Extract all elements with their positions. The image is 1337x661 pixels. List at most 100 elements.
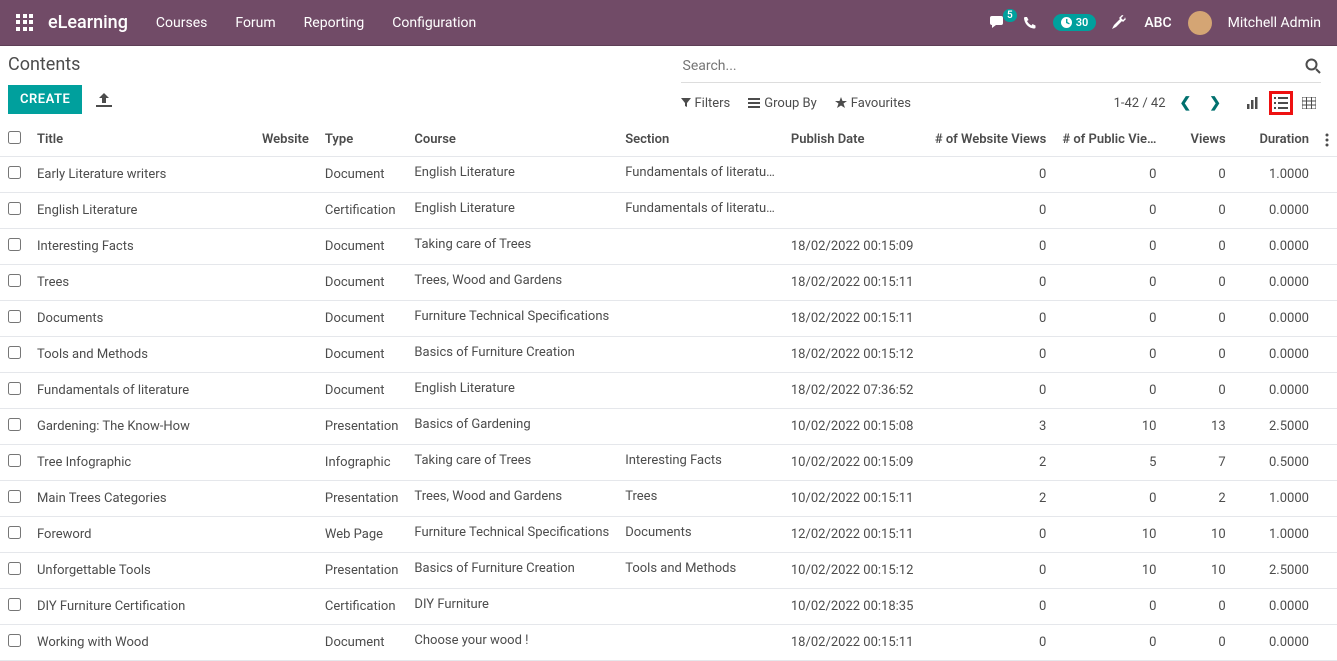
cell-menu bbox=[1317, 337, 1337, 373]
cell-title: Tools and Methods bbox=[29, 337, 254, 373]
row-checkbox[interactable] bbox=[8, 598, 21, 611]
brand[interactable]: eLearning bbox=[48, 12, 128, 33]
funnel-icon bbox=[681, 98, 691, 108]
table-row[interactable]: DocumentsDocumentFurniture Technical Spe… bbox=[0, 301, 1337, 337]
cell-webviews: 2 bbox=[927, 445, 1054, 481]
search-row bbox=[681, 54, 1322, 83]
table-row[interactable]: Tools and MethodsDocumentBasics of Furni… bbox=[0, 337, 1337, 373]
row-checkbox[interactable] bbox=[8, 418, 21, 431]
pager-prev[interactable]: ❮ bbox=[1176, 95, 1196, 111]
nav-reporting[interactable]: Reporting bbox=[304, 15, 365, 31]
table-row[interactable]: DIY Furniture CertificationCertification… bbox=[0, 589, 1337, 625]
row-checkbox[interactable] bbox=[8, 490, 21, 503]
table-row[interactable]: ForewordWeb PageFurniture Technical Spec… bbox=[0, 517, 1337, 553]
view-list-button[interactable] bbox=[1269, 91, 1293, 115]
company-name[interactable]: ABC bbox=[1144, 15, 1171, 31]
row-checkbox[interactable] bbox=[8, 382, 21, 395]
row-checkbox[interactable] bbox=[8, 526, 21, 539]
cell-publish bbox=[783, 157, 927, 193]
row-checkbox[interactable] bbox=[8, 238, 21, 251]
table-row[interactable]: Fundamentals of literatureDocumentEnglis… bbox=[0, 373, 1337, 409]
cell-pubviews: 0 bbox=[1054, 265, 1164, 301]
row-checkbox[interactable] bbox=[8, 454, 21, 467]
topbar: eLearning Courses Forum Reporting Config… bbox=[0, 0, 1337, 46]
col-publish[interactable]: Publish Date bbox=[783, 123, 927, 157]
settings-icon[interactable] bbox=[1112, 15, 1128, 31]
activity-pill[interactable]: 30 bbox=[1053, 14, 1097, 31]
row-checkbox[interactable] bbox=[8, 634, 21, 647]
table-row[interactable]: Tree InfographicInfographicTaking care o… bbox=[0, 445, 1337, 481]
col-menu[interactable] bbox=[1317, 123, 1337, 157]
cell-publish: 18/02/2022 00:15:09 bbox=[783, 229, 927, 265]
col-type[interactable]: Type bbox=[317, 123, 407, 157]
col-webviews[interactable]: # of Website Views bbox=[927, 123, 1054, 157]
cell-course: English Literature bbox=[406, 157, 617, 193]
cell-views: 10 bbox=[1164, 553, 1233, 589]
cell-website bbox=[254, 553, 317, 589]
favourites-button[interactable]: Favourites bbox=[835, 96, 911, 111]
row-checkbox[interactable] bbox=[8, 274, 21, 287]
topbar-right: 5 30 ABC Mitchell Admin bbox=[989, 11, 1321, 35]
row-checkbox[interactable] bbox=[8, 310, 21, 323]
phone-icon[interactable] bbox=[1023, 16, 1037, 30]
row-checkbox[interactable] bbox=[8, 346, 21, 359]
table-row[interactable]: Working with WoodDocumentChoose your woo… bbox=[0, 625, 1337, 661]
col-course[interactable]: Course bbox=[406, 123, 617, 157]
cell-section bbox=[617, 229, 783, 265]
view-kanban-button[interactable] bbox=[1297, 91, 1321, 115]
view-graph-button[interactable] bbox=[1241, 91, 1265, 115]
nav: Courses Forum Reporting Configuration bbox=[156, 15, 989, 31]
search-input[interactable] bbox=[681, 54, 1306, 78]
col-pubviews[interactable]: # of Public Vie… bbox=[1054, 123, 1164, 157]
row-checkbox[interactable] bbox=[8, 562, 21, 575]
avatar[interactable] bbox=[1188, 11, 1212, 35]
col-title[interactable]: Title bbox=[29, 123, 254, 157]
filters-button[interactable]: Filters bbox=[681, 96, 731, 111]
cell-publish: 10/02/2022 00:18:35 bbox=[783, 589, 927, 625]
cell-pubviews: 0 bbox=[1054, 301, 1164, 337]
cell-course: English Literature bbox=[406, 373, 617, 409]
upload-icon[interactable] bbox=[96, 93, 112, 107]
col-section[interactable]: Section bbox=[617, 123, 783, 157]
select-all-checkbox[interactable] bbox=[8, 131, 21, 144]
nav-forum[interactable]: Forum bbox=[235, 15, 275, 31]
table-row[interactable]: TreesDocumentTrees, Wood and Gardens18/0… bbox=[0, 265, 1337, 301]
create-button[interactable]: CREATE bbox=[8, 85, 82, 114]
cell-course: Trees, Wood and Gardens bbox=[406, 481, 617, 517]
pager-next[interactable]: ❯ bbox=[1205, 95, 1225, 111]
row-checkbox[interactable] bbox=[8, 202, 21, 215]
cell-website bbox=[254, 409, 317, 445]
cell-views: 0 bbox=[1164, 337, 1233, 373]
col-duration[interactable]: Duration bbox=[1234, 123, 1317, 157]
table-row[interactable]: Gardening: The Know-HowPresentationBasic… bbox=[0, 409, 1337, 445]
user-name[interactable]: Mitchell Admin bbox=[1228, 15, 1321, 31]
table-row[interactable]: Main Trees CategoriesPresentationTrees, … bbox=[0, 481, 1337, 517]
search-icon[interactable] bbox=[1305, 58, 1321, 74]
apps-icon[interactable] bbox=[16, 14, 34, 32]
groupby-button[interactable]: Group By bbox=[748, 96, 817, 111]
nav-courses[interactable]: Courses bbox=[156, 15, 207, 31]
cell-duration: 2.5000 bbox=[1234, 409, 1317, 445]
messages-icon[interactable]: 5 bbox=[989, 15, 1007, 31]
table-row[interactable]: Interesting FactsDocumentTaking care of … bbox=[0, 229, 1337, 265]
groupby-label: Group By bbox=[764, 96, 817, 111]
cell-title: Working with Wood bbox=[29, 625, 254, 661]
col-website[interactable]: Website bbox=[254, 123, 317, 157]
cell-pubviews: 0 bbox=[1054, 193, 1164, 229]
cell-views: 0 bbox=[1164, 229, 1233, 265]
table-row[interactable]: Early Literature writersDocumentEnglish … bbox=[0, 157, 1337, 193]
table-row[interactable]: Unforgettable ToolsPresentationBasics of… bbox=[0, 553, 1337, 589]
pager-text[interactable]: 1-42 / 42 bbox=[1114, 96, 1166, 111]
cell-title: Gardening: The Know-How bbox=[29, 409, 254, 445]
cell-duration: 0.0000 bbox=[1234, 229, 1317, 265]
table-row[interactable]: English LiteratureCertificationEnglish L… bbox=[0, 193, 1337, 229]
row-checkbox[interactable] bbox=[8, 166, 21, 179]
cell-webviews: 0 bbox=[927, 265, 1054, 301]
cell-section bbox=[617, 301, 783, 337]
col-views[interactable]: Views bbox=[1164, 123, 1233, 157]
filters-label: Filters bbox=[695, 96, 731, 111]
page-title: Contents bbox=[8, 54, 665, 75]
cell-pubviews: 0 bbox=[1054, 157, 1164, 193]
cell-title: Main Trees Categories bbox=[29, 481, 254, 517]
nav-configuration[interactable]: Configuration bbox=[392, 15, 476, 31]
